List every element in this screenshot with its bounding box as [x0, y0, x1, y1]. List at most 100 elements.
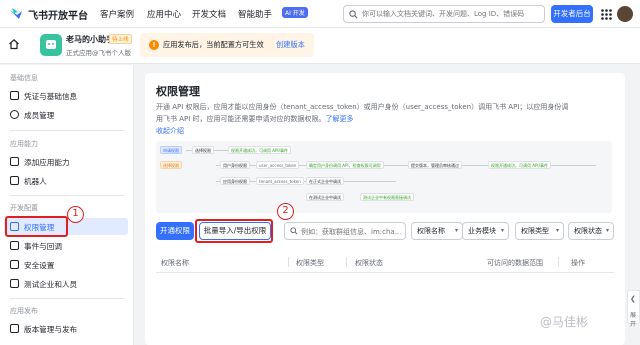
top-nav-bar: 飞书开放平台 客户案例 应用中心 开发文档 智能助手 AI 开发 开发者后台: [0, 0, 640, 28]
create-version-link[interactable]: 创建版本: [276, 40, 305, 50]
column-header: 权限状态: [355, 259, 383, 267]
sidebar-divider: [10, 298, 124, 299]
nav-customer-cases[interactable]: 客户案例: [100, 8, 134, 20]
annotation-box-2: [195, 219, 273, 243]
sidebar-group-dev-config: 开发配置: [10, 204, 38, 212]
home-icon[interactable]: [8, 38, 20, 50]
event-icon: [10, 241, 19, 250]
member-icon: [10, 110, 19, 119]
annotation-number-2: 2: [277, 203, 294, 220]
publish-notice: ! 应用发布后，当前配置方可生效 创建版本: [140, 33, 314, 57]
filter-business-module[interactable]: 业务模块 ▾: [462, 222, 509, 240]
column-header: 可访问的数据范围: [487, 259, 543, 267]
column-header: 权限名称: [161, 259, 189, 267]
flow-debug-prod: 在正式企业中调试: [306, 177, 344, 185]
sidebar-divider: [10, 130, 124, 131]
sidebar-item-versions[interactable]: 版本管理与发布: [4, 320, 128, 337]
sidebar-item-test-tenant[interactable]: 测试企业和人员: [4, 275, 128, 292]
permission-search-box[interactable]: [284, 222, 406, 240]
flow-success-final: 权限开通成功，可调用 API/事件: [488, 161, 551, 169]
learn-more-link[interactable]: 了解更多: [326, 115, 354, 123]
sidebar-group-capability: 应用能力: [10, 140, 38, 148]
column-divider: [346, 257, 347, 267]
sidebar-group-basic: 基础信息: [10, 74, 38, 82]
sidebar-item-events[interactable]: 事件与回调: [4, 237, 128, 254]
add-capability-icon: [10, 157, 19, 166]
shield-icon: [10, 260, 19, 269]
search-icon: [349, 10, 358, 19]
app-status-badge: 待上线: [109, 34, 132, 44]
sidebar-item-security[interactable]: 安全设置: [4, 256, 128, 273]
page-description: 开通 API 权限后，应用才能以应用身份（tenant_access_token…: [156, 101, 616, 125]
filter-permission-type[interactable]: 权限类型 ▾: [515, 222, 564, 240]
filter-label: 权限类型: [521, 227, 549, 235]
expand-label: 展开: [630, 312, 637, 328]
sidebar-item-label: 安全设置: [24, 261, 55, 270]
column-divider: [288, 257, 289, 267]
chevron-down-icon: ▾: [500, 227, 504, 234]
description-line-2: 用飞书 API 时，应用可能还需要申请对应的数据权限。: [156, 115, 326, 123]
doc-search-input[interactable]: [362, 8, 542, 20]
nav-ai-assistant[interactable]: 智能助手: [238, 8, 272, 20]
user-avatar[interactable]: [617, 6, 633, 22]
test-tenant-icon: [10, 279, 19, 288]
sidebar-group-release: 应用发布: [10, 307, 38, 315]
flow-user-identity: 用户身份权限: [220, 161, 250, 169]
flow-debug-direct: 测试企业中有权限直接调试: [360, 193, 414, 201]
sidebar-item-bot[interactable]: 机器人: [4, 172, 128, 189]
app-grid-icon[interactable]: [601, 9, 612, 20]
ai-dev-badge: AI 开发: [282, 7, 308, 18]
chevron-left-icon: ❮: [630, 295, 636, 303]
sidebar-item-label: 凭证与基础信息: [24, 92, 78, 101]
permission-table-header: 权限名称 权限类型 权限状态 可访问的数据范围 操作: [156, 251, 614, 273]
flow-debug-test: 在测试企业中调试: [306, 193, 344, 201]
sidebar: 基础信息 凭证与基础信息 成员管理 应用能力 添加应用能力 机器人 开发配置 权…: [0, 65, 134, 345]
chevron-down-icon: ▾: [454, 227, 458, 234]
developer-console-button[interactable]: 开发者后台: [551, 5, 593, 23]
flow-app-identity: 应用身份权限: [220, 177, 250, 185]
flow-user-call: 确定用户身份调用 API，检查权限可调用: [306, 161, 384, 169]
chevron-down-icon: ▾: [605, 227, 609, 234]
credential-icon: [10, 91, 19, 100]
sidebar-item-label: 测试企业和人员: [24, 280, 78, 289]
permission-panel: 权限管理 开通 API 权限后，应用才能以应用身份（tenant_access_…: [145, 73, 625, 345]
warning-icon: !: [149, 40, 159, 50]
app-name: 老马的小助手: [66, 35, 114, 44]
flow-step-apply: 申请权限: [160, 146, 182, 154]
notice-message: 应用发布后，当前配置方可生效: [163, 40, 264, 49]
nav-app-center[interactable]: 应用中心: [147, 8, 181, 20]
collapse-intro-link[interactable]: 收起介绍: [156, 126, 184, 136]
doc-search-box[interactable]: [343, 5, 545, 23]
sidebar-item-credentials[interactable]: 凭证与基础信息: [4, 87, 128, 104]
robot-icon: [10, 176, 19, 185]
column-divider: [558, 257, 559, 267]
column-header: 权限类型: [296, 259, 324, 267]
permission-search-input[interactable]: [301, 226, 403, 237]
nav-dev-docs[interactable]: 开发文档: [192, 8, 226, 20]
flow-step-choose: 选择权限: [192, 146, 214, 154]
open-permission-button[interactable]: 开通权限: [156, 222, 194, 240]
version-icon: [10, 324, 19, 333]
flow-step-success: 权限开通成功，可调用 API/事件: [228, 146, 291, 154]
sidebar-item-label: 添加应用能力: [24, 158, 70, 167]
filter-label: 权限名称: [417, 227, 445, 235]
feishu-logo-icon[interactable]: [8, 6, 24, 22]
app-icon: [40, 34, 62, 56]
filter-permission-name[interactable]: 权限名称 ▾: [411, 222, 463, 240]
sidebar-item-label: 事件与回调: [24, 242, 62, 251]
annotation-number-1: 1: [67, 206, 84, 223]
search-icon: [290, 227, 298, 235]
sidebar-item-members[interactable]: 成员管理: [4, 106, 128, 123]
description-line-1: 开通 API 权限后，应用才能以应用身份（tenant_access_token…: [156, 103, 569, 111]
filter-permission-status[interactable]: 权限状态 ▾: [568, 222, 614, 240]
page-title: 权限管理: [156, 85, 200, 98]
sidebar-item-label: 机器人: [24, 177, 47, 186]
flow-user-token: user_access_token: [256, 161, 300, 169]
expand-side-panel[interactable]: ❮ 展开: [627, 290, 640, 328]
sidebar-item-add-capability[interactable]: 添加应用能力: [4, 153, 128, 170]
filter-label: 业务模块: [468, 227, 496, 235]
sidebar-item-label: 版本管理与发布: [24, 325, 78, 334]
filter-label: 权限状态: [574, 227, 602, 235]
brand-name[interactable]: 飞书开放平台: [28, 7, 88, 22]
annotation-box-1: [5, 216, 68, 237]
